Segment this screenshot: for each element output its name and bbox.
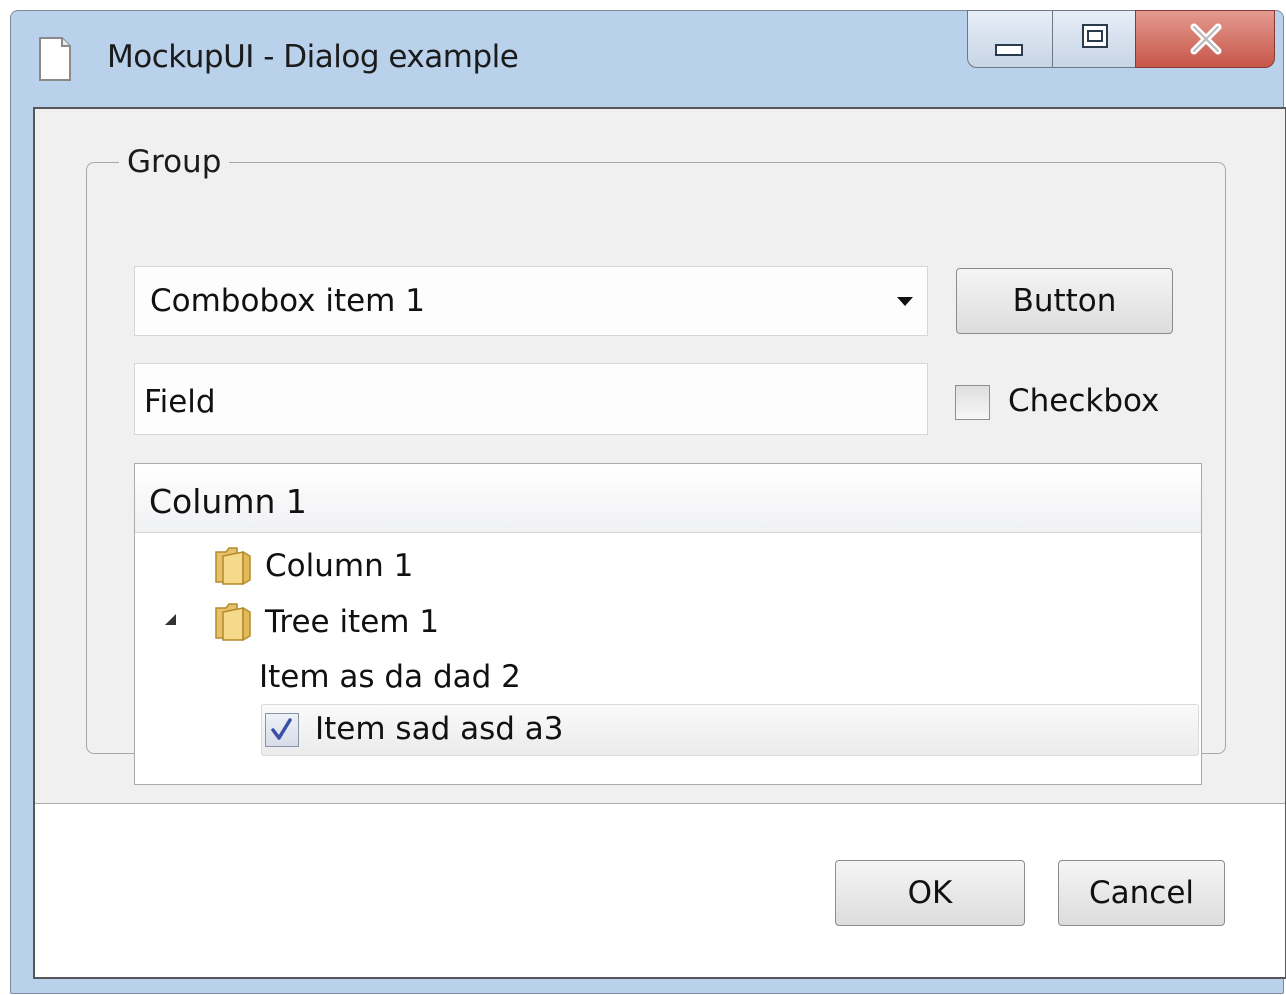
combobox-value: Combobox item 1 — [150, 283, 425, 319]
combobox[interactable]: Combobox item 1 — [134, 266, 928, 336]
minimize-icon — [995, 44, 1023, 56]
close-icon — [1190, 23, 1222, 55]
minimize-button[interactable] — [967, 10, 1053, 68]
close-button[interactable] — [1135, 10, 1275, 68]
maximize-button[interactable] — [1052, 10, 1136, 68]
tree-item-label[interactable]: Column 1 — [265, 548, 413, 584]
dialog-footer: OK Cancel — [35, 803, 1285, 977]
cancel-button[interactable]: Cancel — [1058, 860, 1225, 926]
checkbox-label[interactable]: Checkbox — [1008, 383, 1159, 419]
action-button[interactable]: Button — [956, 268, 1173, 334]
folder-icon — [215, 603, 251, 642]
ok-button[interactable]: OK — [835, 860, 1025, 926]
column-header-label: Column 1 — [149, 482, 307, 521]
folder-icon — [215, 547, 251, 586]
dialog-client-area: Group Combobox item 1 Button Field Check… — [33, 107, 1286, 979]
group-box: Group Combobox item 1 Button Field Check… — [86, 143, 1226, 785]
text-field[interactable]: Field — [134, 363, 928, 435]
checkmark-icon — [271, 718, 292, 740]
tree-item-checkbox[interactable] — [265, 713, 299, 747]
tree-item-label[interactable]: Item as da dad 2 — [259, 659, 521, 695]
tree-column-header[interactable]: Column 1 — [135, 464, 1201, 533]
chevron-down-icon[interactable] — [897, 297, 913, 306]
window-title: MockupUI - Dialog example — [107, 39, 519, 75]
expander-icon[interactable] — [165, 614, 176, 625]
tree-view[interactable]: Column 1 Column 1 Tree item 1 Item as da… — [134, 463, 1202, 785]
group-label: Group — [119, 143, 230, 181]
tree-item-label[interactable]: Tree item 1 — [265, 604, 439, 640]
maximize-icon — [1082, 24, 1108, 48]
checkbox[interactable] — [955, 385, 990, 420]
tree-item-label[interactable]: Item sad asd a3 — [315, 711, 564, 747]
document-icon — [39, 37, 71, 81]
dialog-window: MockupUI - Dialog example Group Combobox… — [10, 10, 1286, 994]
